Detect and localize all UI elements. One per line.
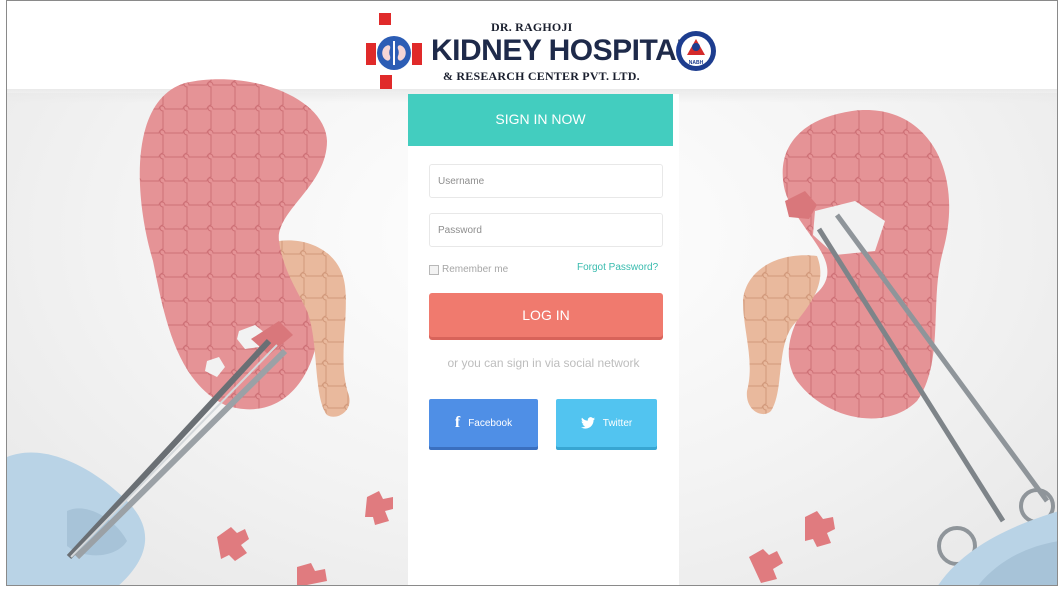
nabh-badge-icon: NABH [676,31,716,71]
logo-line-3: & RESEARCH CENTER PVT. LTD. [443,69,640,83]
twitter-button[interactable]: Twitter [556,399,657,447]
right-kidney-art [743,110,950,419]
password-input[interactable] [429,213,663,247]
username-input[interactable] [429,164,663,198]
remember-me-checkbox[interactable] [429,264,439,275]
log-in-button[interactable]: LOG IN [429,293,663,337]
login-panel: SIGN IN NOW Remember me Forgot Password?… [408,94,679,585]
facebook-icon: f [454,414,461,431]
kidney-cross-logo-icon [366,13,422,89]
logo-line-1: DR. RAGHOJI [491,20,573,34]
logo-line-2: KIDNEY HOSPITAL [431,34,695,67]
sign-in-header: SIGN IN NOW [408,94,673,146]
page-frame: DR. RAGHOJI KIDNEY HOSPITAL & RESEARCH C… [6,0,1058,586]
facebook-button[interactable]: f Facebook [429,399,538,447]
hospital-logo: DR. RAGHOJI KIDNEY HOSPITAL & RESEARCH C… [360,7,730,91]
twitter-label: Twitter [602,417,633,429]
remember-me-label: Remember me [442,264,509,275]
twitter-icon [580,417,595,429]
remember-me[interactable]: Remember me [429,264,508,275]
forgot-password-link[interactable]: Forgot Password? [577,262,658,273]
facebook-label: Facebook [468,417,513,429]
nabh-badge-text: NABH [689,60,704,66]
social-signin-text: or you can sign in via social network [447,356,640,370]
